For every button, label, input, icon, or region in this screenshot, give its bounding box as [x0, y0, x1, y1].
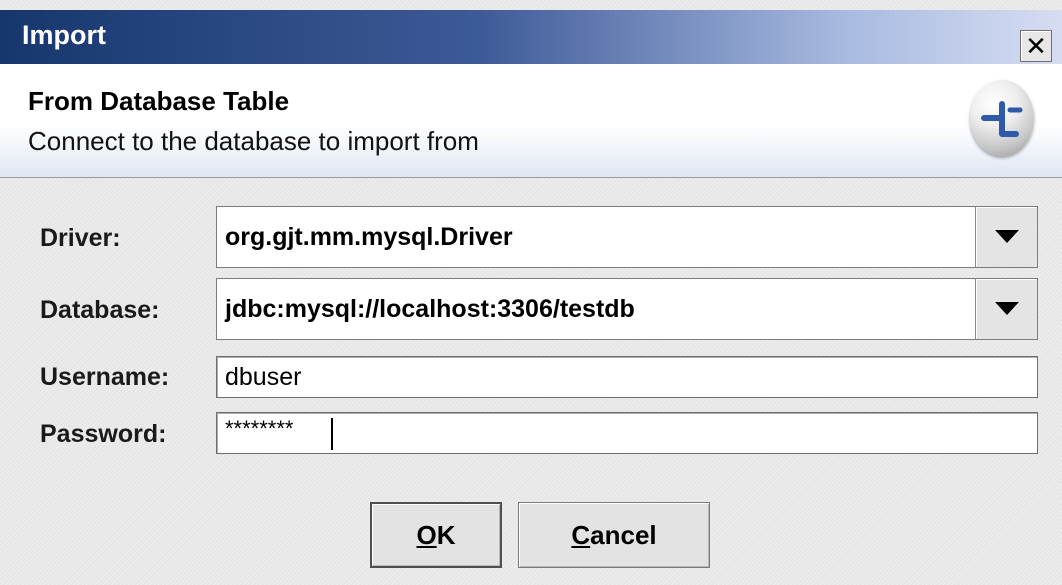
password-value: ********: [225, 416, 294, 441]
driver-combobox[interactable]: org.gjt.mm.mysql.Driver: [216, 206, 1038, 268]
username-field[interactable]: dbuser: [216, 356, 1038, 398]
ok-mnemonic: O: [416, 519, 437, 550]
window-title: Import: [22, 20, 106, 50]
header-title: From Database Table: [28, 86, 290, 116]
close-button[interactable]: ✕: [1020, 30, 1052, 62]
password-field[interactable]: ********: [216, 412, 1038, 454]
driver-label: Driver:: [40, 224, 121, 252]
cancel-mnemonic: C: [571, 519, 591, 550]
cancel-button[interactable]: Cancel: [518, 502, 710, 568]
driver-dropdown-button[interactable]: [975, 207, 1037, 267]
text-caret: [331, 418, 333, 450]
username-label: Username:: [40, 363, 170, 391]
cancel-label-rest: ancel: [590, 519, 657, 550]
driver-value: org.gjt.mm.mysql.Driver: [225, 223, 513, 251]
database-dropdown-button[interactable]: [975, 279, 1037, 339]
import-dialog: Import ✕ From Database Table Connect to …: [0, 0, 1062, 585]
header-subtitle: Connect to the database to import from: [28, 126, 479, 156]
ok-label-rest: K: [436, 519, 456, 550]
wizard-header: From Database Table Connect to the datab…: [0, 64, 1062, 178]
chevron-down-icon: [995, 230, 1019, 243]
password-label: Password:: [40, 420, 167, 448]
ok-button[interactable]: OK: [370, 502, 502, 568]
database-label: Database:: [40, 296, 160, 324]
database-value: jdbc:mysql://localhost:3306/testdb: [225, 295, 635, 323]
database-combobox[interactable]: jdbc:mysql://localhost:3306/testdb: [216, 278, 1038, 340]
title-bar[interactable]: Import ✕: [0, 10, 1062, 64]
chevron-down-icon: [995, 302, 1019, 315]
username-value: dbuser: [225, 363, 302, 391]
close-icon: ✕: [1025, 31, 1047, 61]
wizard-logo-icon: [970, 80, 1034, 156]
